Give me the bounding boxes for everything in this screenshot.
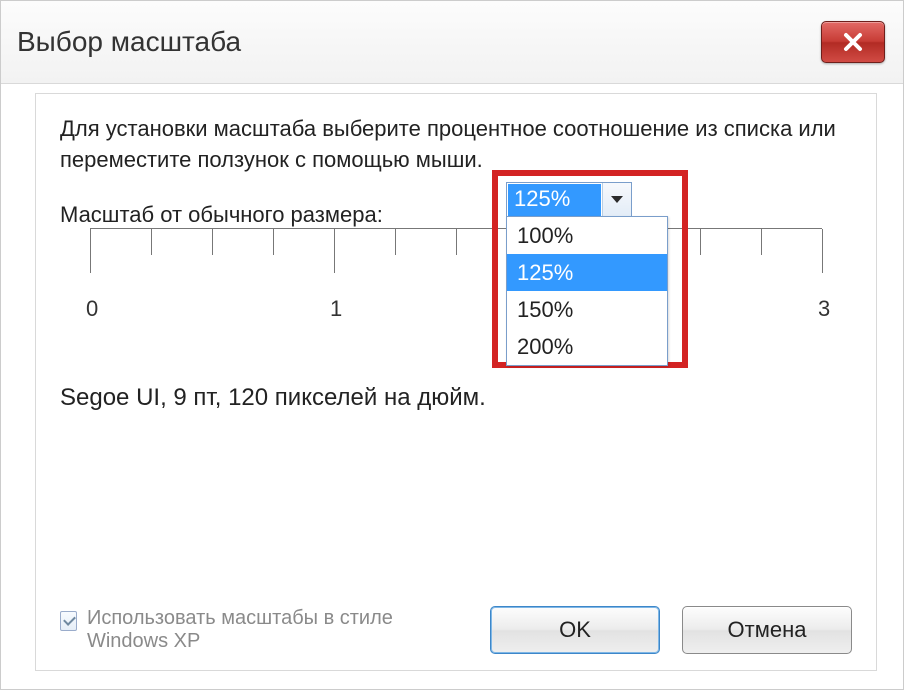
ruler-area: 0 1 3: [60, 228, 852, 358]
window-title: Выбор масштаба: [17, 26, 241, 58]
scale-option-150[interactable]: 150%: [507, 291, 667, 328]
scale-dialog: Выбор масштаба Для установки масштаба вы…: [0, 0, 904, 690]
close-icon: [842, 31, 864, 53]
footer: Использовать масштабы в стиле Windows XP…: [60, 606, 852, 654]
ruler-label-1: 1: [330, 296, 342, 322]
xp-style-checkbox[interactable]: [60, 611, 77, 631]
chevron-down-icon: [610, 195, 624, 205]
scale-dropdown-list[interactable]: 100% 125% 150% 200%: [506, 216, 668, 366]
dropdown-arrow-button[interactable]: [602, 183, 631, 217]
ruler-label-3: 3: [818, 296, 830, 322]
titlebar: Выбор масштаба: [1, 1, 903, 84]
scale-combobox[interactable]: 125%: [506, 182, 632, 218]
scale-label: Масштаб от обычного размера:: [60, 202, 383, 228]
scale-row: Масштаб от обычного размера:: [60, 202, 852, 228]
scale-option-100[interactable]: 100%: [507, 217, 667, 254]
scale-option-200[interactable]: 200%: [507, 328, 667, 365]
preview-text: Segoe UI, 9 пт, 120 пикселей на дюйм.: [60, 384, 852, 412]
ruler[interactable]: [90, 228, 822, 299]
ruler-label-0: 0: [86, 296, 98, 322]
button-bar: OK Отмена: [490, 606, 852, 654]
dropdown-highlight-box: 125% 100% 125% 150% 200%: [492, 170, 688, 368]
scale-selected-value: 125%: [508, 184, 601, 216]
cancel-button[interactable]: Отмена: [682, 606, 852, 654]
ok-button[interactable]: OK: [490, 606, 660, 654]
close-button[interactable]: [821, 21, 885, 63]
description-text: Для установки масштаба выберите процентн…: [60, 114, 852, 176]
xp-style-checkbox-label: Использовать масштабы в стиле Windows XP: [87, 607, 440, 653]
xp-style-checkbox-wrap[interactable]: Использовать масштабы в стиле Windows XP: [60, 607, 440, 653]
scale-option-125[interactable]: 125%: [507, 254, 667, 291]
content-pane: Для установки масштаба выберите процентн…: [35, 93, 877, 671]
